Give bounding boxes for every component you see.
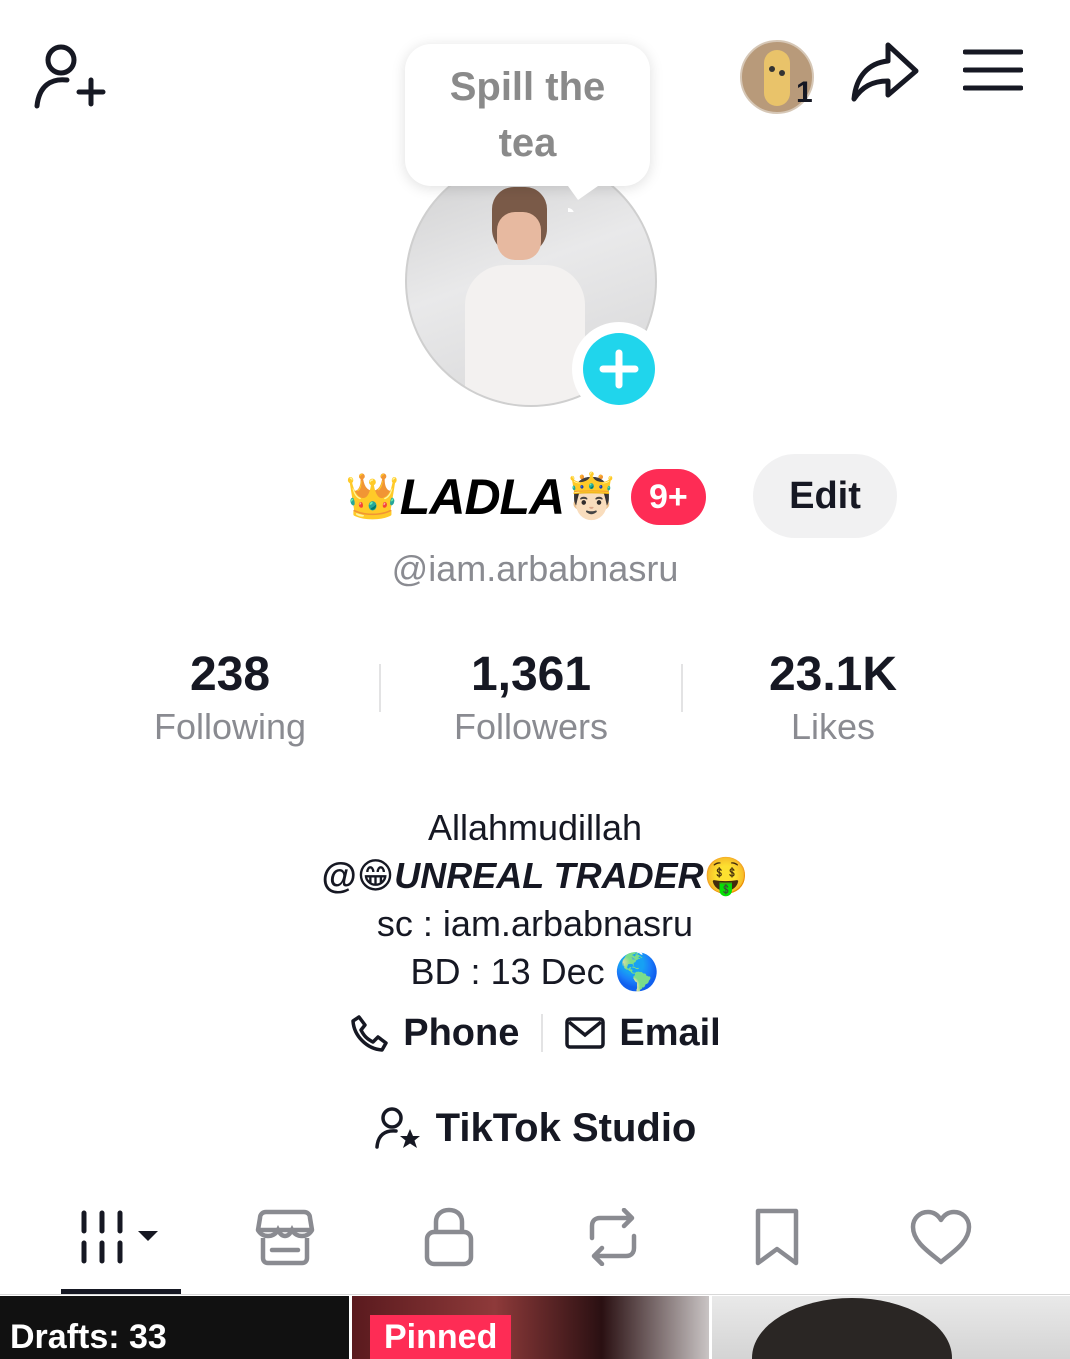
likes-count: 23.1K [768, 648, 898, 701]
notification-count: 1 [796, 76, 813, 109]
phone-label: Phone [403, 1011, 520, 1054]
pinned-badge: Pinned [370, 1315, 512, 1359]
mail-icon [565, 1017, 606, 1049]
following-count: 238 [189, 648, 271, 701]
following-label: Following [153, 706, 307, 747]
tab-reposts[interactable] [553, 1192, 673, 1282]
tab-liked[interactable] [881, 1192, 1001, 1282]
stat-likes[interactable]: 23.1K Likes [683, 645, 983, 749]
user-star-icon [374, 1107, 420, 1149]
menu-button[interactable] [960, 42, 1026, 98]
bio-mention-prefix: @😁 [321, 855, 395, 896]
add-user-icon [34, 44, 106, 109]
pinned-label: Pinned [384, 1317, 498, 1356]
phone-icon [351, 1015, 388, 1052]
profile-tabs [0, 1192, 1070, 1292]
note-text: Spill the tea [449, 65, 606, 165]
followers-count: 1,361 [470, 648, 592, 701]
email-label: Email [619, 1011, 721, 1054]
bookmark-icon [755, 1208, 799, 1266]
video-thumbnail [752, 1298, 952, 1359]
videos-grid-icon [81, 1210, 158, 1264]
repost-icon [589, 1208, 637, 1266]
pinned-video-tile[interactable]: Pinned [352, 1296, 709, 1359]
bio-line-3: sc : iam.arbabnasru [376, 903, 694, 944]
phone-link[interactable]: Phone [349, 1012, 519, 1055]
stat-followers[interactable]: 1,361 Followers [381, 645, 681, 749]
tab-videos[interactable] [61, 1192, 181, 1282]
note-bubble[interactable]: Spill the tea [405, 44, 650, 186]
stat-following[interactable]: 238 Following [80, 645, 380, 749]
edit-profile-button[interactable]: Edit [753, 454, 897, 538]
followers-label: Followers [453, 706, 609, 747]
lock-icon [424, 1207, 474, 1267]
share-icon [851, 42, 919, 102]
tab-favorites[interactable] [717, 1192, 837, 1282]
tab-shop[interactable] [225, 1192, 345, 1282]
hamburger-icon [963, 49, 1023, 91]
bubble-tail [568, 186, 598, 212]
video-tile[interactable] [712, 1296, 1070, 1359]
share-button[interactable] [848, 36, 922, 106]
bio-mention[interactable]: UNREAL TRADER [394, 855, 703, 896]
display-name: LADLA [399, 469, 565, 525]
add-friend-button[interactable] [28, 38, 108, 114]
heart-icon [910, 1209, 972, 1265]
tab-separator [0, 1294, 1070, 1295]
contact-links: Phone Email [0, 1005, 1070, 1061]
drafts-label: Drafts: 33 [10, 1318, 167, 1356]
likes-label: Likes [790, 706, 876, 747]
crown-emoji: 👑 [345, 472, 400, 521]
bio-line-4: BD : 13 Dec 🌎 [410, 951, 660, 992]
username-handle: @iam.arbabnasru [391, 548, 679, 589]
shop-icon [255, 1209, 315, 1266]
display-name-row: 👑 LADLA 🤴🏻 9+ [345, 455, 706, 539]
bio-line-1: Allahmudillah [427, 807, 643, 848]
email-link[interactable]: Email [565, 1011, 721, 1055]
add-story-button[interactable] [572, 322, 666, 416]
prince-emoji: 🤴🏻 [564, 472, 620, 521]
creator-avatar-button[interactable]: 1 [734, 40, 820, 114]
studio-label: TikTok Studio [435, 1105, 697, 1150]
notification-badge[interactable]: 9+ [631, 469, 706, 525]
contact-divider [541, 1014, 544, 1052]
tab-private[interactable] [389, 1192, 509, 1282]
plus-icon [599, 349, 639, 389]
tiktok-studio-button[interactable]: TikTok Studio [0, 1098, 1070, 1158]
bio-mention-suffix: 🤑 [703, 855, 749, 896]
drafts-tile[interactable]: Drafts: 33 [0, 1296, 349, 1359]
bio-line-2: @😁UNREAL TRADER🤑 [0, 852, 1070, 900]
